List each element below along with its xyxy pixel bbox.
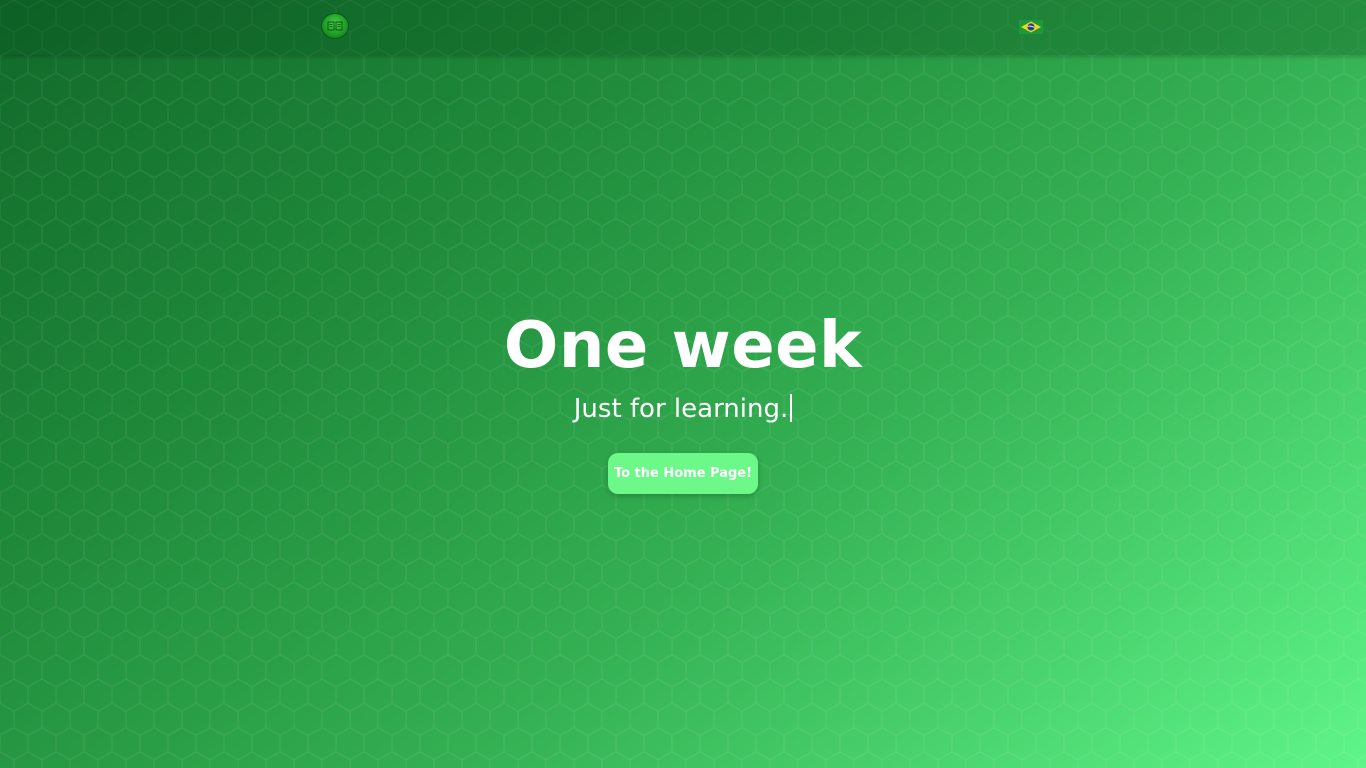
brazil-flag-icon[interactable] [1019,19,1043,34]
hero-subtitle-line: Just for learning. [0,392,1366,426]
hero-title: One week [503,309,863,383]
hero-section: One week Just for learning. [0,300,1366,426]
top-navigation-bar [0,0,1366,55]
hero-subtitle: Just for learning. [573,394,789,424]
typing-cursor [790,394,793,422]
book-logo-icon[interactable] [322,14,348,38]
home-page-button[interactable]: To the Home Page! [608,453,758,494]
